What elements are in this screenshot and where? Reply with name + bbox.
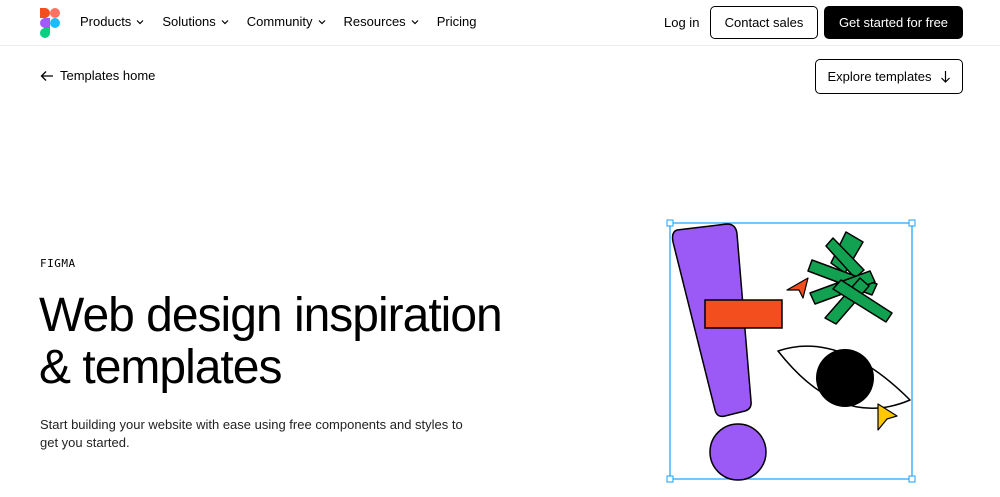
nav-item-label: Pricing	[436, 14, 477, 29]
yellow-cursor-icon	[877, 403, 898, 431]
selection-handle	[908, 219, 916, 227]
hero-illustration	[666, 219, 916, 483]
nav-item-resources[interactable]: Resources	[344, 14, 420, 29]
nav-item-label: Resources	[343, 14, 406, 29]
selection-handle	[908, 475, 916, 483]
contact-sales-button[interactable]: Contact sales	[710, 6, 818, 39]
page-title-line-1: Web design inspiration	[39, 289, 503, 342]
eye-pupil-shape	[816, 349, 874, 407]
nav-item-label: Solutions	[162, 14, 216, 29]
hero-eyebrow: FIGMA	[40, 257, 76, 270]
nav-item-label: Community	[246, 14, 313, 29]
page-title: Web design inspiration & templates	[39, 290, 559, 394]
top-navigation: Products Solutions Community Resources P…	[0, 0, 1000, 46]
chevron-down-icon	[136, 19, 144, 24]
red-rectangle-shape	[704, 299, 783, 329]
templates-home-link[interactable]: Templates home	[40, 68, 155, 83]
nav-item-products[interactable]: Products	[80, 14, 145, 29]
figma-logo-icon[interactable]	[40, 8, 60, 38]
nav-item-solutions[interactable]: Solutions	[162, 14, 229, 29]
chevron-down-icon	[221, 19, 229, 24]
selection-handle	[666, 219, 674, 227]
arrow-left-icon	[40, 70, 53, 81]
selection-handle	[666, 475, 674, 483]
nav-item-pricing[interactable]: Pricing	[437, 14, 477, 29]
arrow-down-icon	[940, 71, 950, 83]
templates-home-label: Templates home	[60, 68, 156, 83]
chevron-down-icon	[411, 19, 419, 24]
green-asterisk-shape	[807, 231, 893, 325]
page-title-line-2: & templates	[39, 341, 282, 394]
explore-templates-label: Explore templates	[827, 69, 932, 84]
login-link[interactable]: Log in	[664, 15, 699, 30]
exclamation-dot-shape	[709, 423, 767, 481]
red-cursor-icon	[786, 277, 809, 299]
explore-templates-button[interactable]: Explore templates	[815, 59, 963, 94]
nav-item-community[interactable]: Community	[247, 14, 327, 29]
main-menu: Products Solutions Community Resources P…	[80, 14, 476, 29]
nav-item-label: Products	[80, 14, 132, 29]
hero-description: Start building your website with ease us…	[40, 417, 463, 450]
chevron-down-icon	[318, 19, 325, 24]
get-started-button[interactable]: Get started for free	[824, 6, 963, 39]
